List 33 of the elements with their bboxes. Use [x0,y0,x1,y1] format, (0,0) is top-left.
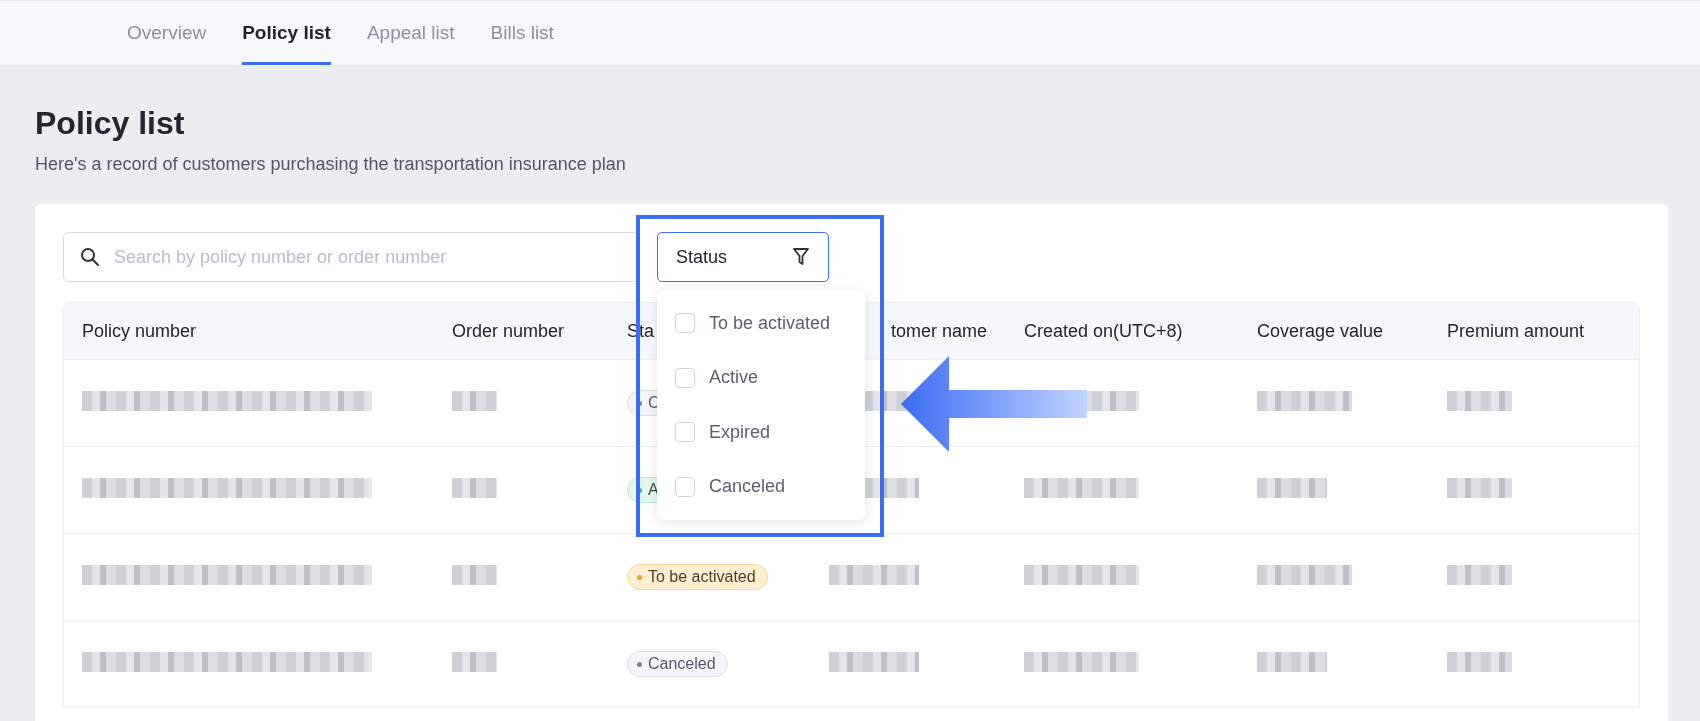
column-header: Order number [452,320,565,341]
checkbox[interactable] [675,476,695,497]
filter-icon [792,247,810,267]
redacted-text [1447,565,1512,585]
redacted-text [1447,478,1512,498]
nav-tab[interactable]: Policy list [242,1,331,65]
checkbox[interactable] [675,313,695,334]
page-subtitle: Here's a record of customers purchasing the transportation insurance plan [35,154,627,175]
arrow-icon [901,356,1087,452]
checkbox[interactable] [675,367,695,388]
status-filter-button[interactable]: Status [657,232,829,282]
redacted-text [1257,652,1327,672]
option-label[interactable]: Active [709,367,759,389]
option-label[interactable]: Canceled [709,476,786,498]
option-label[interactable]: Expired [709,421,771,443]
redacted-text [1447,391,1512,411]
page-title: Policy list [35,105,186,142]
column-header: Policy number [82,320,197,341]
status-badge: Canceled [627,651,728,677]
redacted-text [452,391,497,411]
redacted-text [1257,478,1327,498]
redacted-text [1447,652,1512,672]
column-header: Premium amount [1447,320,1585,341]
redacted-text [452,652,497,672]
column-header: Coverage value [1257,320,1384,341]
search-field[interactable]: Search by policy number or order number [63,232,639,282]
redacted-text [452,478,497,498]
option-label[interactable]: To be activated [709,312,831,334]
redacted-text [452,565,497,585]
column-header: Created on(UTC+8) [1024,320,1183,341]
checkbox[interactable] [675,422,695,443]
status-badge: To be activated [627,564,768,590]
column-header: tomer name [891,320,988,341]
